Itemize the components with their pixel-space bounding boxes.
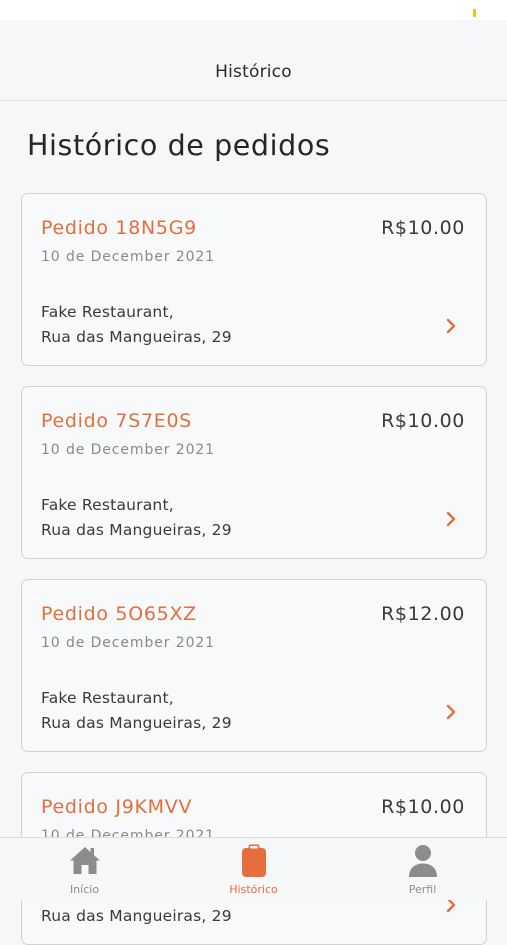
home-icon <box>69 847 100 874</box>
chevron-right-icon[interactable] <box>446 511 456 527</box>
order-date: 10 de December 2021 <box>41 635 215 651</box>
person-icon <box>408 845 437 877</box>
order-restaurant-info: Fake Restaurant, Rua das Mangueiras, 29 <box>41 300 232 350</box>
order-price: R$10.00 <box>381 410 465 432</box>
tab-perfil[interactable]: Perfil <box>338 838 507 900</box>
status-indicator <box>473 9 476 17</box>
bottom-tab-bar: Início Histórico Perfil <box>0 837 507 900</box>
tab-historico[interactable]: Histórico <box>169 838 338 900</box>
order-card[interactable]: Pedido 18N5G9 R$10.00 10 de December 202… <box>21 193 487 366</box>
order-card[interactable]: Pedido 7S7E0S R$10.00 10 de December 202… <box>21 386 487 559</box>
tab-label: Histórico <box>229 883 278 896</box>
restaurant-name: Fake Restaurant, <box>41 689 174 707</box>
status-bar <box>0 0 507 20</box>
order-id: Pedido 18N5G9 <box>41 217 197 239</box>
chevron-right-icon[interactable] <box>446 704 456 720</box>
order-id: Pedido 5O65XZ <box>41 603 197 625</box>
app-header: Histórico <box>0 20 507 101</box>
header-title: Histórico <box>215 62 292 82</box>
restaurant-address: Rua das Mangueiras, 29 <box>41 521 232 539</box>
order-id: Pedido 7S7E0S <box>41 410 193 432</box>
tab-label: Perfil <box>408 883 437 896</box>
restaurant-address: Rua das Mangueiras, 29 <box>41 328 232 346</box>
chevron-right-icon[interactable] <box>446 318 456 334</box>
restaurant-address: Rua das Mangueiras, 29 <box>41 714 232 732</box>
tab-label: Início <box>69 883 100 896</box>
order-price: R$10.00 <box>381 217 465 239</box>
order-price: R$12.00 <box>381 603 465 625</box>
restaurant-name: Fake Restaurant, <box>41 496 174 514</box>
order-price: R$10.00 <box>381 796 465 818</box>
order-date: 10 de December 2021 <box>41 249 215 265</box>
order-card[interactable]: Pedido 5O65XZ R$12.00 10 de December 202… <box>21 579 487 752</box>
restaurant-address: Rua das Mangueiras, 29 <box>41 907 232 925</box>
clipboard-icon <box>241 844 266 877</box>
restaurant-name: Fake Restaurant, <box>41 303 174 321</box>
order-restaurant-info: Fake Restaurant, Rua das Mangueiras, 29 <box>41 686 232 736</box>
order-restaurant-info: Fake Restaurant, Rua das Mangueiras, 29 <box>41 493 232 543</box>
order-date: 10 de December 2021 <box>41 442 215 458</box>
page-title: Histórico de pedidos <box>27 129 331 162</box>
order-id: Pedido J9KMVV <box>41 796 193 818</box>
tab-inicio[interactable]: Início <box>0 838 169 900</box>
